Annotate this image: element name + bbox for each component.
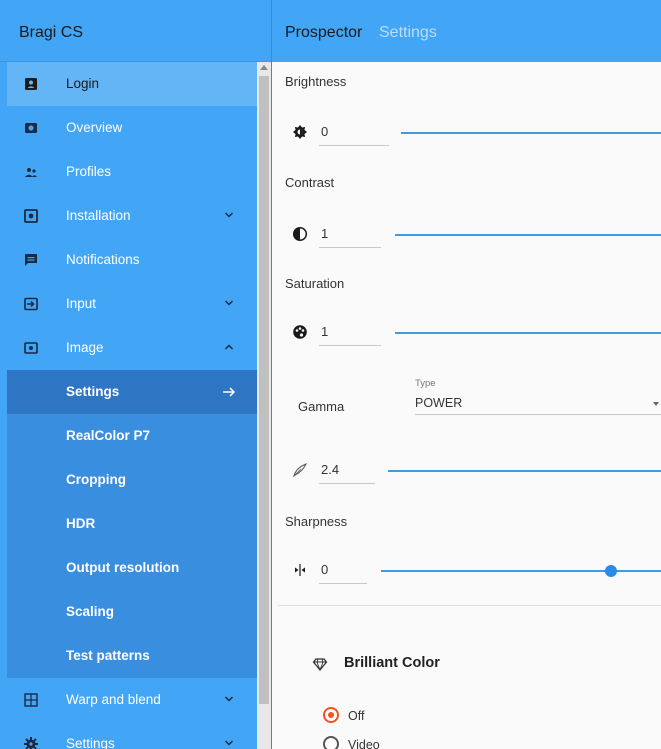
brightness-slider[interactable] — [401, 132, 661, 134]
grid-icon — [23, 692, 39, 708]
brightness-title: Brightness — [285, 74, 347, 89]
sidebar-item-label: Installation — [66, 208, 131, 223]
sidebar-item-label: Login — [66, 76, 100, 91]
sidebar-subitem-settings[interactable]: Settings — [7, 370, 257, 414]
camera-icon — [23, 120, 39, 136]
sidebar-scrollbar[interactable] — [257, 62, 271, 749]
sidebar-item-profiles[interactable]: Profiles — [7, 150, 257, 194]
contrast-title: Contrast — [285, 175, 335, 190]
sidebar-item-label: Overview — [66, 120, 123, 135]
sidebar-subitem-hdr[interactable]: HDR — [7, 502, 257, 546]
palette-icon — [292, 324, 308, 340]
saturation-input[interactable]: 1 — [319, 320, 381, 346]
account-box-icon — [23, 76, 39, 92]
sharpness-row: 0 — [272, 558, 661, 588]
page-title: Prospector — [285, 24, 363, 41]
radio-video-label: Video — [348, 738, 380, 749]
input-icon — [23, 296, 39, 312]
contrast-icon — [292, 226, 308, 242]
sidebar-subitem-cropping[interactable]: Cropping — [7, 458, 257, 502]
chevron-down-icon[interactable] — [221, 691, 237, 707]
sharpness-icon — [292, 562, 308, 578]
sidebar-subitem-label: Cropping — [66, 472, 126, 487]
sidebar-subitem-realcolor[interactable]: RealColor P7 — [7, 414, 257, 458]
sharpness-title: Sharpness — [285, 514, 348, 529]
brilliant-color-title: Brilliant Color — [344, 655, 440, 671]
chevron-up-icon[interactable] — [221, 339, 237, 355]
sidebar-item-label: Input — [66, 296, 97, 311]
contrast-input[interactable]: 1 — [319, 222, 381, 248]
page-subtitle: Settings — [379, 24, 437, 41]
sidebar-item-settings[interactable]: Settings — [7, 722, 257, 749]
sharpness-slider-thumb[interactable] — [604, 565, 617, 577]
sidebar-subitem-label: Test patterns — [66, 648, 150, 663]
saturation-row: 1 — [272, 320, 661, 350]
scrollbar-thumb[interactable] — [259, 76, 269, 704]
chevron-down-icon[interactable] — [221, 735, 237, 749]
gamma-row: 2.4 — [272, 458, 661, 488]
chevron-down-icon[interactable] — [221, 295, 237, 311]
radio-off[interactable] — [323, 707, 339, 723]
section-divider — [278, 605, 661, 606]
arrow-right-icon — [221, 384, 237, 400]
main-content: Brightness 0 Contrast 1 Saturation 1 Gam… — [272, 62, 661, 749]
sidebar-subitem-label: HDR — [66, 516, 96, 531]
gamma-type-label: Type — [415, 378, 436, 389]
sidebar-item-label: Image — [66, 340, 104, 355]
scroll-up-arrow-icon[interactable] — [260, 65, 268, 70]
brightness-icon — [292, 124, 308, 140]
sidebar-subitem-test-patterns[interactable]: Test patterns — [7, 634, 257, 678]
sidebar: Bragi CS Login Overview Profiles Install… — [0, 0, 272, 749]
sidebar-item-installation[interactable]: Installation — [7, 194, 257, 238]
gamma-title: Gamma — [298, 399, 345, 414]
radio-video[interactable] — [323, 736, 339, 749]
top-bar: Prospector Settings — [272, 0, 661, 62]
brightness-input[interactable]: 0 — [319, 120, 389, 146]
gear-icon — [23, 736, 39, 749]
saturation-title: Saturation — [285, 276, 345, 291]
app-brand: Bragi CS — [19, 24, 84, 41]
feather-icon — [292, 462, 308, 478]
sidebar-item-overview[interactable]: Overview — [7, 106, 257, 150]
sidebar-subitem-label: Output resolution — [66, 560, 180, 575]
sidebar-item-input[interactable]: Input — [7, 282, 257, 326]
contrast-row: 1 — [272, 222, 661, 252]
sidebar-subitem-label: Settings — [66, 384, 120, 399]
sidebar-subitem-output-resolution[interactable]: Output resolution — [7, 546, 257, 590]
sidebar-subitem-label: RealColor P7 — [66, 428, 151, 443]
dropdown-caret-icon[interactable] — [653, 402, 659, 406]
sidebar-item-warp-and-blend[interactable]: Warp and blend — [7, 678, 257, 722]
projector-icon — [23, 208, 39, 224]
image-icon — [23, 340, 39, 356]
sidebar-header: Bragi CS — [0, 0, 272, 62]
radio-off-label: Off — [348, 709, 365, 723]
sidebar-subitem-label: Scaling — [66, 604, 115, 619]
gamma-type-underline — [415, 414, 661, 415]
sharpness-input[interactable]: 0 — [319, 558, 367, 584]
sidebar-item-image[interactable]: Image — [7, 326, 257, 370]
sidebar-subitem-scaling[interactable]: Scaling — [7, 590, 257, 634]
sharpness-slider[interactable] — [381, 570, 661, 572]
chevron-down-icon[interactable] — [221, 207, 237, 223]
sidebar-item-label: Notifications — [66, 252, 140, 267]
people-icon — [23, 164, 39, 180]
sidebar-item-label: Profiles — [66, 164, 112, 179]
gamma-type-select[interactable]: POWER — [415, 396, 462, 410]
sidebar-item-notifications[interactable]: Notifications — [7, 238, 257, 282]
contrast-slider[interactable] — [395, 234, 661, 236]
sidebar-item-label: Warp and blend — [66, 692, 161, 707]
brightness-row: 0 — [272, 120, 661, 150]
message-icon — [23, 252, 39, 268]
gamma-slider[interactable] — [388, 470, 661, 472]
gamma-input[interactable]: 2.4 — [319, 458, 375, 484]
diamond-icon — [312, 656, 328, 672]
sidebar-item-label: Settings — [66, 736, 115, 749]
sidebar-nav: Login Overview Profiles Installation Not… — [7, 62, 257, 749]
saturation-slider[interactable] — [395, 332, 661, 334]
sidebar-item-login[interactable]: Login — [7, 62, 257, 106]
image-submenu: Settings RealColor P7 Cropping HDR Outpu… — [7, 370, 257, 678]
